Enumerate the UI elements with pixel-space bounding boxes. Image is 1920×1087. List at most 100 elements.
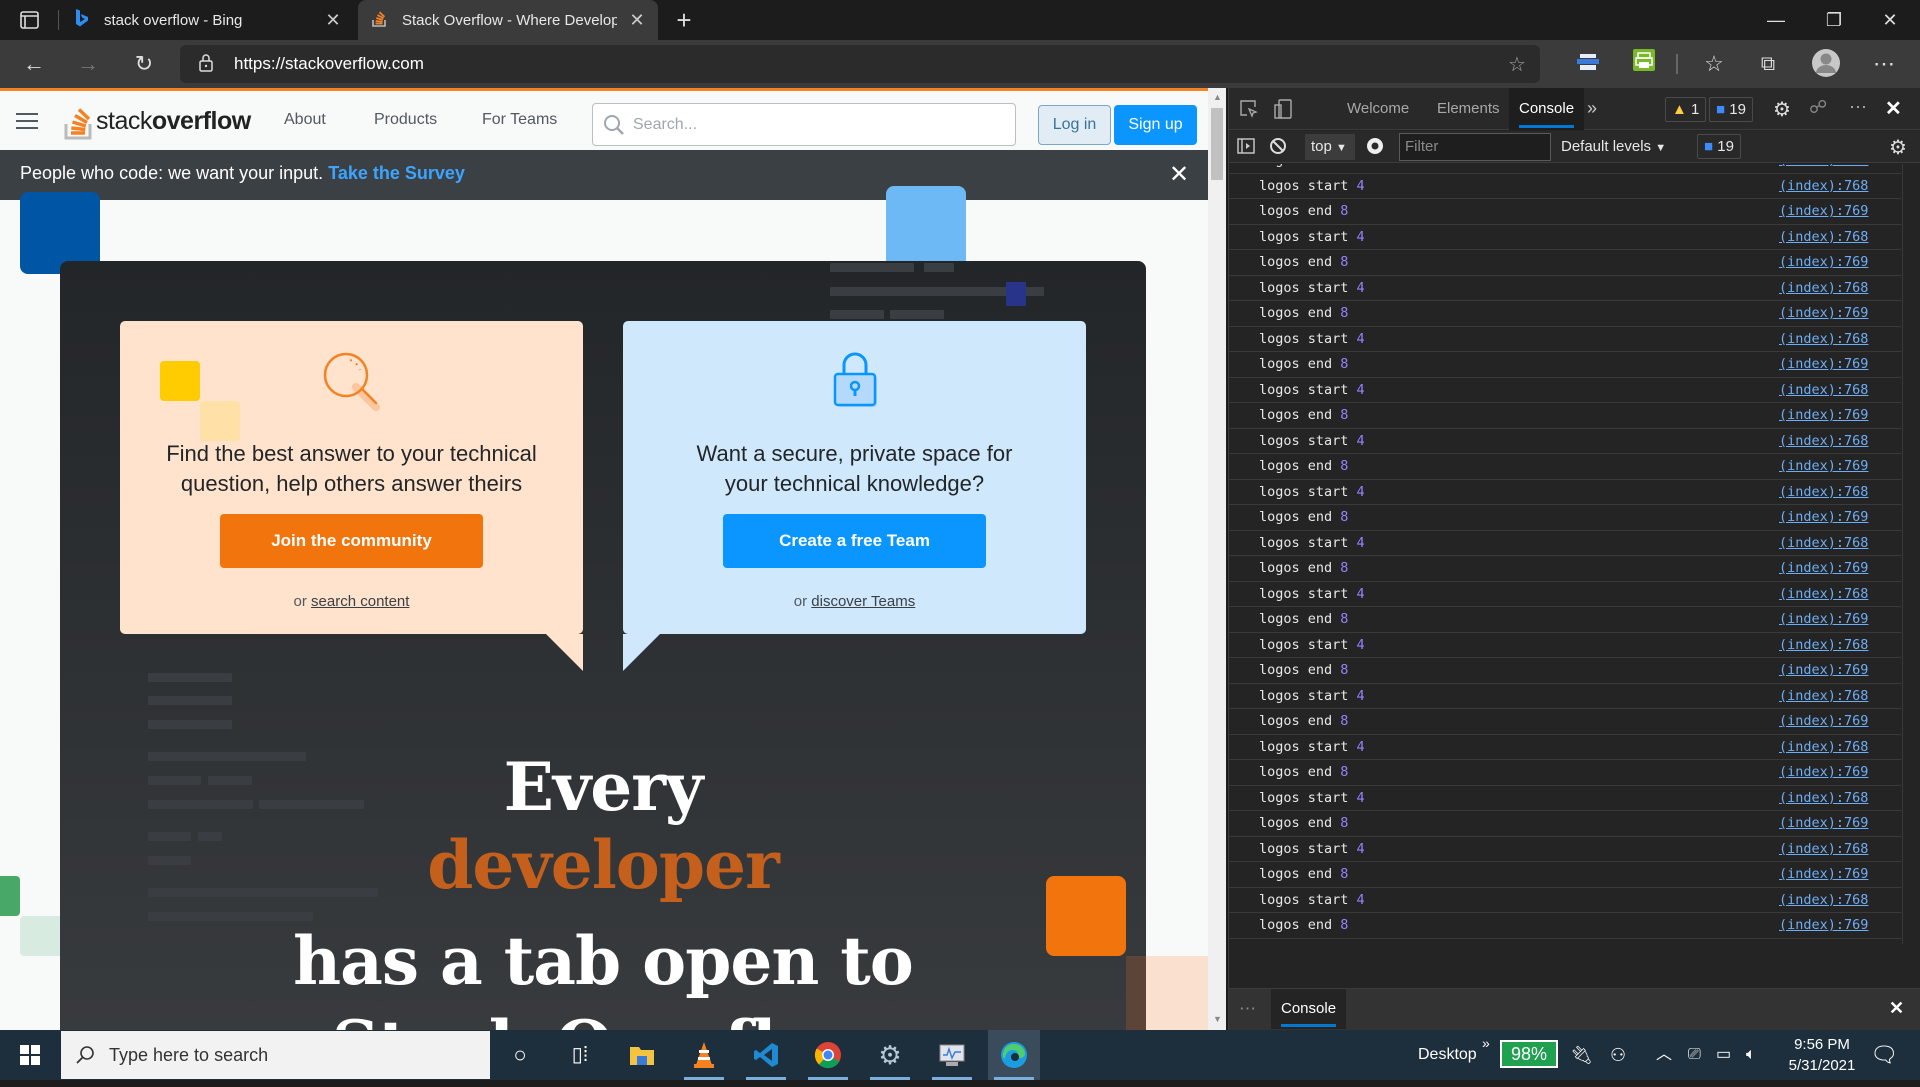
- log-levels-dropdown[interactable]: Default levels ▼: [1561, 131, 1666, 163]
- people-icon[interactable]: ⚇: [1610, 1030, 1626, 1080]
- url-text[interactable]: https://stackoverflow.com: [234, 54, 424, 74]
- log-source-link[interactable]: (index):768: [1779, 327, 1868, 351]
- lock-icon[interactable]: [198, 53, 214, 78]
- log-source-link[interactable]: (index):768: [1779, 480, 1868, 504]
- log-source-link[interactable]: (index):769: [1779, 250, 1868, 274]
- file-explorer-icon[interactable]: [616, 1030, 668, 1080]
- nav-for-teams[interactable]: For Teams: [482, 111, 557, 129]
- join-community-button[interactable]: Join the community: [220, 514, 483, 568]
- hamburger-menu-icon[interactable]: [16, 113, 38, 129]
- log-source-link[interactable]: (index):768: [1779, 888, 1868, 912]
- warnings-badge[interactable]: ▲ 1: [1665, 97, 1707, 122]
- meet-now-icon[interactable]: ⎚: [1688, 1030, 1701, 1080]
- print-extension-icon[interactable]: [1628, 48, 1660, 80]
- nav-about[interactable]: About: [284, 111, 326, 129]
- log-source-link[interactable]: (index):768: [1779, 225, 1868, 249]
- nav-products[interactable]: Products: [374, 111, 437, 129]
- restore-button[interactable]: ❐: [1806, 0, 1862, 40]
- refresh-button[interactable]: ↻: [128, 48, 160, 80]
- signup-button[interactable]: Sign up: [1114, 105, 1197, 145]
- resource-monitor-icon[interactable]: [926, 1030, 978, 1080]
- chrome-icon[interactable]: [802, 1030, 854, 1080]
- live-expression-icon[interactable]: [1365, 136, 1385, 161]
- inspect-element-icon[interactable]: [1239, 99, 1259, 124]
- log-source-link[interactable]: (index):768: [1779, 174, 1868, 198]
- settings-more-icon[interactable]: ⋯: [1868, 48, 1900, 80]
- stackoverflow-logo[interactable]: stack overflow: [64, 101, 251, 141]
- edge-icon[interactable]: [988, 1030, 1040, 1080]
- log-source-link[interactable]: (index):769: [1779, 658, 1868, 682]
- clear-console-icon[interactable]: [1269, 137, 1287, 160]
- tab-close-icon[interactable]: ✕: [626, 9, 648, 31]
- address-bar[interactable]: https://stackoverflow.com ☆: [180, 45, 1540, 83]
- favorites-icon[interactable]: ☆: [1698, 48, 1730, 80]
- vscode-icon[interactable]: [740, 1030, 792, 1080]
- new-tab-button[interactable]: +: [668, 4, 700, 36]
- volume-icon[interactable]: 🔈︎: [1746, 1030, 1756, 1080]
- take-survey-link[interactable]: Take the Survey: [328, 163, 465, 183]
- action-center-icon[interactable]: 🗨︎: [1870, 1030, 1898, 1080]
- task-view-icon[interactable]: ▯⁞: [554, 1030, 606, 1080]
- device-toolbar-icon[interactable]: [1273, 99, 1293, 124]
- show-hidden-icons[interactable]: ︿: [1656, 1030, 1672, 1080]
- vlc-icon[interactable]: [678, 1030, 730, 1080]
- devtools-more-icon[interactable]: ⋯: [1849, 97, 1867, 118]
- log-source-link[interactable]: (index):769: [1779, 862, 1868, 886]
- levels-messages-badge[interactable]: ■ 19: [1697, 134, 1741, 159]
- create-team-button[interactable]: Create a free Team: [723, 514, 986, 568]
- devtools-settings-icon[interactable]: ⚙: [1773, 97, 1791, 122]
- taskbar-search-input[interactable]: Type here to search: [61, 1031, 490, 1079]
- toolbar-expand-icon[interactable]: »: [1482, 1018, 1490, 1068]
- extension-icon[interactable]: [1572, 48, 1604, 80]
- drawer-more-icon[interactable]: ⋯: [1239, 999, 1256, 1019]
- tab-console[interactable]: Console: [1509, 88, 1585, 130]
- tab-elements[interactable]: Elements: [1427, 88, 1510, 130]
- discover-teams-link[interactable]: discover Teams: [811, 593, 915, 610]
- search-input[interactable]: Search...: [592, 103, 1016, 146]
- log-source-link[interactable]: (index):768: [1779, 633, 1868, 657]
- log-source-link[interactable]: (index):769: [1779, 607, 1868, 631]
- log-source-link[interactable]: (index):769: [1779, 913, 1868, 937]
- login-button[interactable]: Log in: [1038, 105, 1111, 145]
- log-source-link[interactable]: (index):768: [1779, 429, 1868, 453]
- console-settings-icon[interactable]: ⚙: [1889, 135, 1907, 160]
- log-source-link[interactable]: (index):769: [1779, 709, 1868, 733]
- back-button[interactable]: ←: [18, 48, 50, 80]
- log-source-link[interactable]: (index):768: [1779, 786, 1868, 810]
- console-filter-input[interactable]: Filter: [1399, 133, 1551, 161]
- settings-gear-icon[interactable]: ⚙: [864, 1030, 916, 1080]
- tab-welcome[interactable]: Welcome: [1337, 88, 1419, 130]
- sidebar-toggle-icon[interactable]: [1237, 137, 1255, 160]
- minimize-button[interactable]: —: [1748, 0, 1804, 40]
- log-source-link[interactable]: (index):769: [1779, 403, 1868, 427]
- banner-close-icon[interactable]: ✕: [1164, 160, 1194, 190]
- battery-icon[interactable]: ▭: [1716, 1030, 1731, 1080]
- log-source-link[interactable]: (index):768: [1779, 735, 1868, 759]
- scroll-up-arrow[interactable]: ▲: [1213, 92, 1222, 102]
- desktop-toolbar-label[interactable]: Desktop: [1418, 1030, 1477, 1080]
- log-source-link[interactable]: (index):769: [1779, 556, 1868, 580]
- log-source-link[interactable]: (index):769: [1779, 454, 1868, 478]
- log-source-link[interactable]: (index):769: [1779, 164, 1868, 172]
- log-source-link[interactable]: (index):769: [1779, 505, 1868, 529]
- tab-close-icon[interactable]: ✕: [322, 9, 344, 31]
- add-favorite-icon[interactable]: ☆: [1508, 52, 1526, 77]
- messages-badge[interactable]: ■ 19: [1709, 97, 1753, 122]
- collections-icon[interactable]: ⧉: [1752, 48, 1784, 80]
- log-source-link[interactable]: (index):769: [1779, 301, 1868, 325]
- cortana-icon[interactable]: ○: [494, 1030, 546, 1080]
- log-source-link[interactable]: (index):768: [1779, 684, 1868, 708]
- log-source-link[interactable]: (index):769: [1779, 760, 1868, 784]
- context-select[interactable]: top ▼: [1305, 134, 1355, 160]
- feedback-icon[interactable]: ☍: [1809, 97, 1827, 118]
- log-source-link[interactable]: (index):768: [1779, 531, 1868, 555]
- console-prompt[interactable]: ›: [1239, 943, 1244, 945]
- forward-button[interactable]: →: [72, 48, 104, 80]
- log-source-link[interactable]: (index):769: [1779, 811, 1868, 835]
- close-window-button[interactable]: ✕: [1862, 0, 1918, 40]
- log-source-link[interactable]: (index):769: [1779, 352, 1868, 376]
- log-source-link[interactable]: (index):768: [1779, 276, 1868, 300]
- scrollbar-thumb[interactable]: [1211, 108, 1223, 180]
- system-clock[interactable]: 9:56 PM 5/31/2021: [1782, 1034, 1862, 1076]
- log-source-link[interactable]: (index):768: [1779, 582, 1868, 606]
